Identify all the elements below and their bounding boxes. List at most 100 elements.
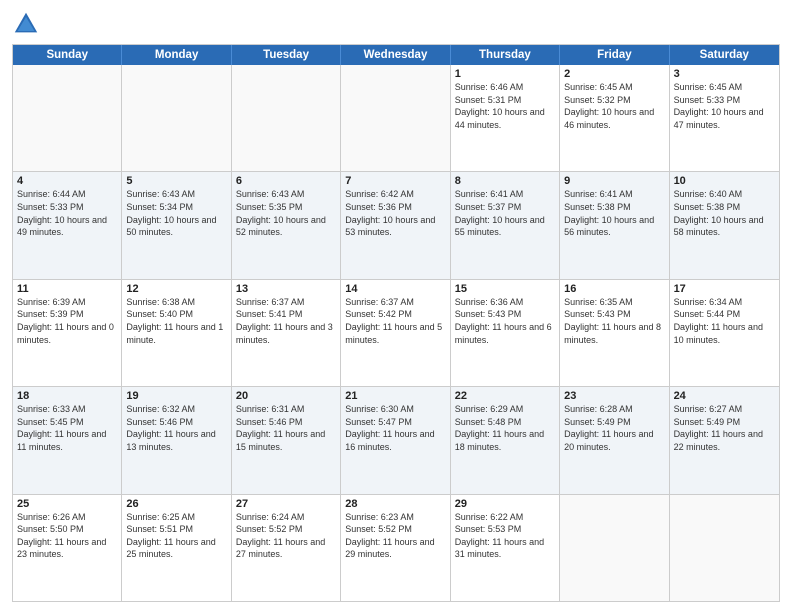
calendar-cell: 20Sunrise: 6:31 AMSunset: 5:46 PMDayligh…: [232, 387, 341, 493]
calendar-cell: 25Sunrise: 6:26 AMSunset: 5:50 PMDayligh…: [13, 495, 122, 601]
calendar-cell: 16Sunrise: 6:35 AMSunset: 5:43 PMDayligh…: [560, 280, 669, 386]
day-number: 21: [345, 390, 445, 402]
day-number: 13: [236, 283, 336, 295]
day-number: 15: [455, 283, 555, 295]
day-number: 25: [17, 498, 117, 510]
calendar-cell: 1Sunrise: 6:46 AMSunset: 5:31 PMDaylight…: [451, 65, 560, 171]
sun-info: Sunrise: 6:23 AMSunset: 5:52 PMDaylight:…: [345, 511, 445, 561]
day-of-week-thursday: Thursday: [451, 45, 560, 65]
calendar-cell: 15Sunrise: 6:36 AMSunset: 5:43 PMDayligh…: [451, 280, 560, 386]
calendar-cell: 14Sunrise: 6:37 AMSunset: 5:42 PMDayligh…: [341, 280, 450, 386]
day-number: 20: [236, 390, 336, 402]
sun-info: Sunrise: 6:42 AMSunset: 5:36 PMDaylight:…: [345, 188, 445, 238]
sun-info: Sunrise: 6:45 AMSunset: 5:32 PMDaylight:…: [564, 81, 664, 131]
sun-info: Sunrise: 6:29 AMSunset: 5:48 PMDaylight:…: [455, 403, 555, 453]
calendar-cell: [341, 65, 450, 171]
calendar-cell: 7Sunrise: 6:42 AMSunset: 5:36 PMDaylight…: [341, 172, 450, 278]
calendar-cell: 9Sunrise: 6:41 AMSunset: 5:38 PMDaylight…: [560, 172, 669, 278]
calendar-cell: 13Sunrise: 6:37 AMSunset: 5:41 PMDayligh…: [232, 280, 341, 386]
calendar-row-0: 1Sunrise: 6:46 AMSunset: 5:31 PMDaylight…: [13, 65, 779, 172]
calendar-cell: [560, 495, 669, 601]
calendar-row-2: 11Sunrise: 6:39 AMSunset: 5:39 PMDayligh…: [13, 280, 779, 387]
calendar-cell: 17Sunrise: 6:34 AMSunset: 5:44 PMDayligh…: [670, 280, 779, 386]
day-number: 3: [674, 68, 775, 80]
calendar-cell: 5Sunrise: 6:43 AMSunset: 5:34 PMDaylight…: [122, 172, 231, 278]
calendar-cell: [122, 65, 231, 171]
day-of-week-tuesday: Tuesday: [232, 45, 341, 65]
day-number: 17: [674, 283, 775, 295]
sun-info: Sunrise: 6:39 AMSunset: 5:39 PMDaylight:…: [17, 296, 117, 346]
calendar-cell: 22Sunrise: 6:29 AMSunset: 5:48 PMDayligh…: [451, 387, 560, 493]
day-of-week-monday: Monday: [122, 45, 231, 65]
sun-info: Sunrise: 6:46 AMSunset: 5:31 PMDaylight:…: [455, 81, 555, 131]
day-number: 24: [674, 390, 775, 402]
sun-info: Sunrise: 6:34 AMSunset: 5:44 PMDaylight:…: [674, 296, 775, 346]
sun-info: Sunrise: 6:31 AMSunset: 5:46 PMDaylight:…: [236, 403, 336, 453]
day-number: 19: [126, 390, 226, 402]
sun-info: Sunrise: 6:33 AMSunset: 5:45 PMDaylight:…: [17, 403, 117, 453]
calendar-cell: 26Sunrise: 6:25 AMSunset: 5:51 PMDayligh…: [122, 495, 231, 601]
day-number: 18: [17, 390, 117, 402]
calendar-row-3: 18Sunrise: 6:33 AMSunset: 5:45 PMDayligh…: [13, 387, 779, 494]
day-number: 4: [17, 175, 117, 187]
page: SundayMondayTuesdayWednesdayThursdayFrid…: [0, 0, 792, 612]
day-number: 11: [17, 283, 117, 295]
calendar-cell: 4Sunrise: 6:44 AMSunset: 5:33 PMDaylight…: [13, 172, 122, 278]
day-number: 27: [236, 498, 336, 510]
calendar-cell: 29Sunrise: 6:22 AMSunset: 5:53 PMDayligh…: [451, 495, 560, 601]
calendar-cell: 12Sunrise: 6:38 AMSunset: 5:40 PMDayligh…: [122, 280, 231, 386]
sun-info: Sunrise: 6:35 AMSunset: 5:43 PMDaylight:…: [564, 296, 664, 346]
day-number: 28: [345, 498, 445, 510]
sun-info: Sunrise: 6:44 AMSunset: 5:33 PMDaylight:…: [17, 188, 117, 238]
sun-info: Sunrise: 6:40 AMSunset: 5:38 PMDaylight:…: [674, 188, 775, 238]
sun-info: Sunrise: 6:30 AMSunset: 5:47 PMDaylight:…: [345, 403, 445, 453]
sun-info: Sunrise: 6:22 AMSunset: 5:53 PMDaylight:…: [455, 511, 555, 561]
sun-info: Sunrise: 6:25 AMSunset: 5:51 PMDaylight:…: [126, 511, 226, 561]
day-number: 16: [564, 283, 664, 295]
day-number: 22: [455, 390, 555, 402]
sun-info: Sunrise: 6:43 AMSunset: 5:34 PMDaylight:…: [126, 188, 226, 238]
sun-info: Sunrise: 6:41 AMSunset: 5:37 PMDaylight:…: [455, 188, 555, 238]
calendar-cell: 21Sunrise: 6:30 AMSunset: 5:47 PMDayligh…: [341, 387, 450, 493]
calendar-cell: [670, 495, 779, 601]
sun-info: Sunrise: 6:28 AMSunset: 5:49 PMDaylight:…: [564, 403, 664, 453]
sun-info: Sunrise: 6:26 AMSunset: 5:50 PMDaylight:…: [17, 511, 117, 561]
calendar-cell: 28Sunrise: 6:23 AMSunset: 5:52 PMDayligh…: [341, 495, 450, 601]
day-number: 26: [126, 498, 226, 510]
logo: [12, 10, 44, 38]
day-number: 9: [564, 175, 664, 187]
day-number: 7: [345, 175, 445, 187]
day-number: 10: [674, 175, 775, 187]
day-of-week-wednesday: Wednesday: [341, 45, 450, 65]
day-number: 8: [455, 175, 555, 187]
calendar-cell: 19Sunrise: 6:32 AMSunset: 5:46 PMDayligh…: [122, 387, 231, 493]
calendar-cell: 18Sunrise: 6:33 AMSunset: 5:45 PMDayligh…: [13, 387, 122, 493]
header: [12, 10, 780, 38]
sun-info: Sunrise: 6:37 AMSunset: 5:42 PMDaylight:…: [345, 296, 445, 346]
calendar-cell: 8Sunrise: 6:41 AMSunset: 5:37 PMDaylight…: [451, 172, 560, 278]
calendar-cell: 2Sunrise: 6:45 AMSunset: 5:32 PMDaylight…: [560, 65, 669, 171]
calendar-row-4: 25Sunrise: 6:26 AMSunset: 5:50 PMDayligh…: [13, 495, 779, 601]
day-number: 5: [126, 175, 226, 187]
day-number: 2: [564, 68, 664, 80]
day-number: 12: [126, 283, 226, 295]
day-number: 1: [455, 68, 555, 80]
calendar-cell: [13, 65, 122, 171]
sun-info: Sunrise: 6:32 AMSunset: 5:46 PMDaylight:…: [126, 403, 226, 453]
calendar-cell: 24Sunrise: 6:27 AMSunset: 5:49 PMDayligh…: [670, 387, 779, 493]
calendar-row-1: 4Sunrise: 6:44 AMSunset: 5:33 PMDaylight…: [13, 172, 779, 279]
sun-info: Sunrise: 6:36 AMSunset: 5:43 PMDaylight:…: [455, 296, 555, 346]
day-number: 14: [345, 283, 445, 295]
calendar-body: 1Sunrise: 6:46 AMSunset: 5:31 PMDaylight…: [13, 65, 779, 601]
sun-info: Sunrise: 6:41 AMSunset: 5:38 PMDaylight:…: [564, 188, 664, 238]
calendar-cell: 10Sunrise: 6:40 AMSunset: 5:38 PMDayligh…: [670, 172, 779, 278]
day-of-week-friday: Friday: [560, 45, 669, 65]
sun-info: Sunrise: 6:43 AMSunset: 5:35 PMDaylight:…: [236, 188, 336, 238]
day-of-week-saturday: Saturday: [670, 45, 779, 65]
sun-info: Sunrise: 6:38 AMSunset: 5:40 PMDaylight:…: [126, 296, 226, 346]
day-number: 6: [236, 175, 336, 187]
sun-info: Sunrise: 6:37 AMSunset: 5:41 PMDaylight:…: [236, 296, 336, 346]
day-of-week-sunday: Sunday: [13, 45, 122, 65]
calendar-cell: 3Sunrise: 6:45 AMSunset: 5:33 PMDaylight…: [670, 65, 779, 171]
sun-info: Sunrise: 6:45 AMSunset: 5:33 PMDaylight:…: [674, 81, 775, 131]
